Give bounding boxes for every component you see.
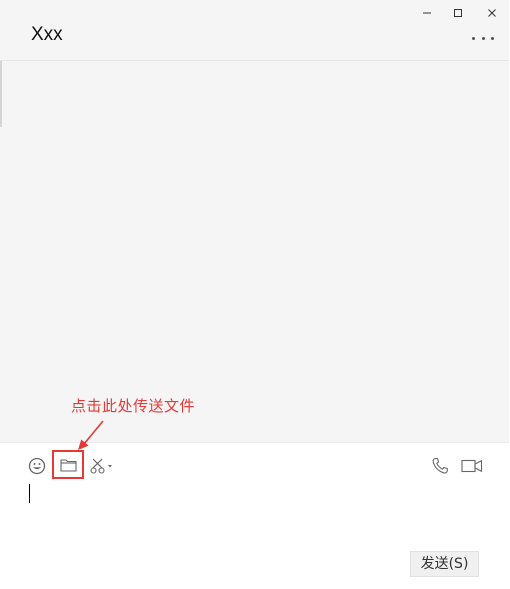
minimize-icon: [423, 12, 431, 14]
text-caret: [29, 484, 30, 503]
screenshot-button[interactable]: [89, 456, 115, 476]
scissors-icon: [90, 458, 112, 474]
phone-icon: [432, 457, 448, 474]
emoji-button[interactable]: [27, 456, 47, 476]
message-input[interactable]: [20, 482, 490, 542]
scrollbar-thumb[interactable]: [0, 61, 2, 127]
close-icon: [488, 9, 496, 17]
close-button[interactable]: [478, 3, 506, 23]
more-options-icon[interactable]: [472, 30, 494, 46]
video-call-button[interactable]: [460, 456, 484, 476]
video-camera-icon: [461, 459, 483, 473]
folder-highlight-box: [52, 450, 84, 479]
chat-title: Xxx: [31, 24, 63, 45]
voice-call-button[interactable]: [430, 456, 450, 476]
maximize-button[interactable]: [444, 3, 472, 23]
annotation-arrow-icon: [78, 420, 104, 450]
annotation-text: 点击此处传送文件: [71, 397, 196, 415]
window-header: Xxx: [0, 0, 509, 61]
minimize-button[interactable]: [413, 3, 441, 23]
send-button[interactable]: 发送(S): [410, 551, 479, 577]
emoji-icon: [28, 457, 46, 475]
chat-window: Xxx 点击此处传送文件 发送(S): [0, 0, 509, 588]
maximize-icon: [454, 9, 462, 17]
message-area[interactable]: [0, 61, 509, 442]
